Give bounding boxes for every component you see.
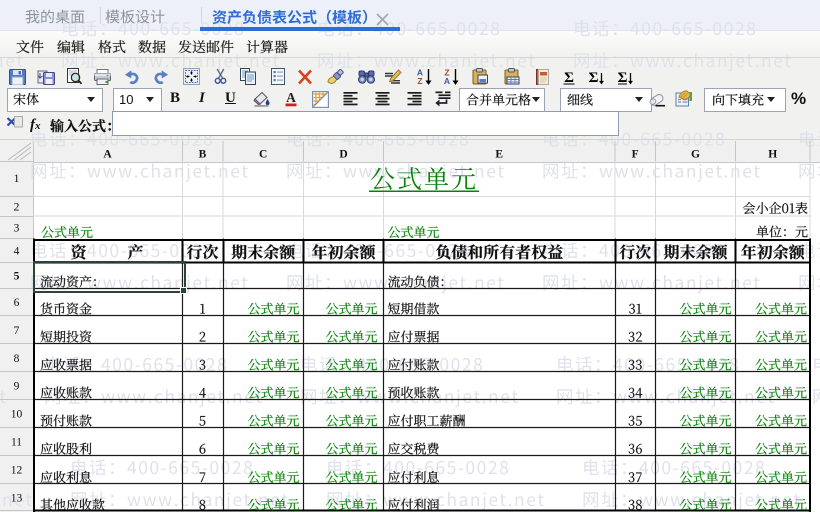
svg-text:Σ: Σ <box>617 70 627 85</box>
svg-text:Σ: Σ <box>589 70 599 85</box>
svg-text:A: A <box>443 76 449 85</box>
svg-text:Σ: Σ <box>564 70 574 85</box>
svg-text:Z: Z <box>417 76 422 85</box>
svg-text:A: A <box>286 91 296 105</box>
